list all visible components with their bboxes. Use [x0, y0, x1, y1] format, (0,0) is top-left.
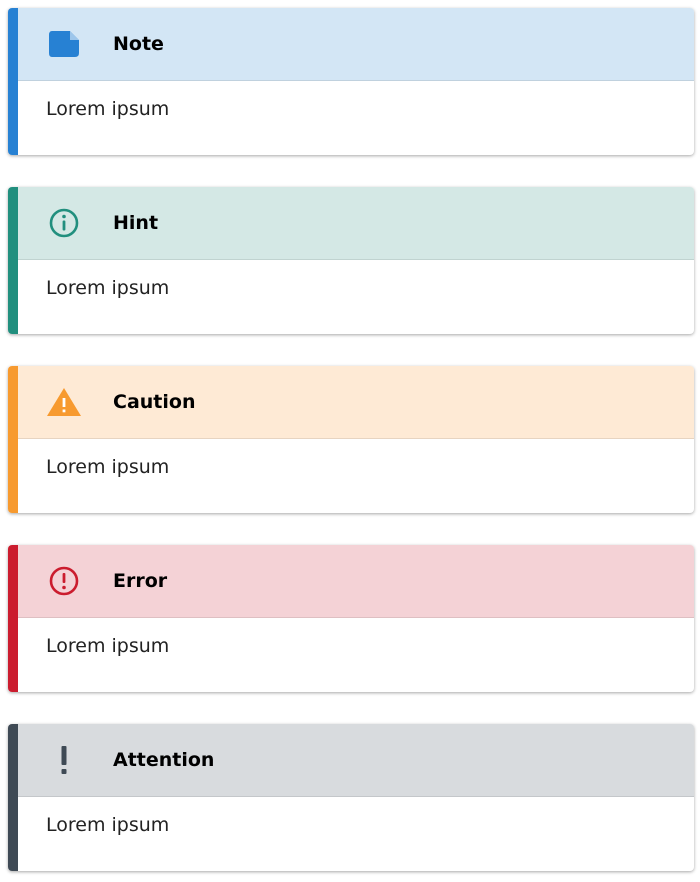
- admonition-error: Error Lorem ipsum: [8, 545, 694, 692]
- admonition-title: Hint: [113, 212, 159, 234]
- warning-triangle-icon: [46, 386, 82, 418]
- note-icon: [46, 28, 82, 60]
- admonition-list: Note Lorem ipsum Hint Lorem ipsum Cautio…: [0, 0, 700, 882]
- admonition-header: Attention: [18, 724, 694, 797]
- admonition-caution: Caution Lorem ipsum: [8, 366, 694, 513]
- accent-bar: [8, 366, 18, 513]
- admonition-body: Lorem ipsum: [46, 456, 170, 478]
- admonition-body: Lorem ipsum: [46, 277, 170, 299]
- accent-bar: [8, 724, 18, 871]
- admonition-body: Lorem ipsum: [46, 98, 170, 120]
- admonition-header: Caution: [18, 366, 694, 439]
- admonition-body: Lorem ipsum: [46, 635, 170, 657]
- accent-bar: [8, 187, 18, 334]
- admonition-body: Lorem ipsum: [46, 814, 170, 836]
- admonition-header: Hint: [18, 187, 694, 260]
- admonition-title: Caution: [113, 391, 196, 413]
- admonition-attention: Attention Lorem ipsum: [8, 724, 694, 871]
- admonition-title: Note: [113, 33, 164, 55]
- admonition-title: Error: [113, 570, 168, 592]
- admonition-header: Note: [18, 8, 694, 81]
- info-circle-icon: [46, 207, 82, 239]
- admonition-hint: Hint Lorem ipsum: [8, 187, 694, 334]
- accent-bar: [8, 8, 18, 155]
- admonition-title: Attention: [113, 749, 215, 771]
- admonition-note: Note Lorem ipsum: [8, 8, 694, 155]
- accent-bar: [8, 545, 18, 692]
- exclamation-icon: [46, 744, 82, 776]
- admonition-header: Error: [18, 545, 694, 618]
- exclamation-circle-icon: [46, 565, 82, 597]
